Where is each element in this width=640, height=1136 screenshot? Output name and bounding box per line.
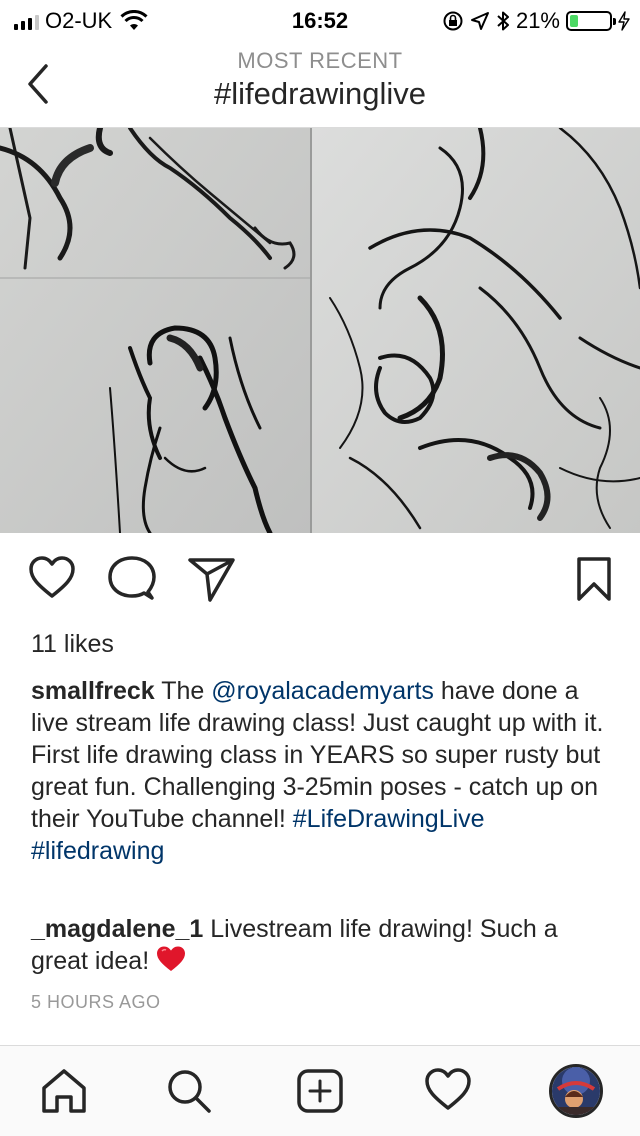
- bottom-tab-bar: [0, 1045, 640, 1136]
- home-icon: [42, 1069, 86, 1113]
- post-image[interactable]: [0, 128, 640, 533]
- caption-text-1: The: [154, 677, 212, 705]
- post-timestamp: 5 HOURS AGO: [31, 992, 161, 1012]
- post-actions: [0, 548, 640, 618]
- status-right: 21%: [442, 8, 630, 34]
- red-heart-emoji-icon: [157, 946, 186, 971]
- hashtag-link[interactable]: #LifeDrawingLive: [293, 805, 485, 833]
- nav-header: MOST RECENT #lifedrawinglive: [0, 40, 640, 128]
- status-bar: O2-UK 16:52 21%: [0, 0, 640, 40]
- post-caption: smallfreck The @royalacademyarts have do…: [31, 675, 611, 867]
- battery-percent: 21%: [515, 8, 560, 33]
- charging-bolt-icon: [618, 11, 630, 31]
- send-paper-plane-icon: [188, 558, 235, 602]
- tab-search[interactable]: [166, 1068, 212, 1119]
- activity-heart-icon: [425, 1068, 471, 1110]
- battery-icon: [566, 11, 616, 31]
- search-icon: [168, 1070, 211, 1113]
- comment: _magdalene_1 Livestream life drawing! Su…: [31, 913, 611, 977]
- bluetooth-icon: [497, 11, 509, 31]
- hashtag-link[interactable]: #lifedrawing: [31, 837, 164, 865]
- mention-link[interactable]: @royalacademyarts: [211, 677, 434, 705]
- battery-fill: [570, 15, 578, 27]
- tab-home[interactable]: [40, 1068, 88, 1119]
- bookmark-icon: [577, 557, 611, 601]
- orientation-lock-icon: [443, 11, 463, 31]
- tab-profile-avatar[interactable]: [549, 1064, 603, 1118]
- profile-avatar: [552, 1067, 600, 1115]
- sketch-artwork: [0, 128, 640, 533]
- like-button[interactable]: [28, 556, 76, 605]
- location-arrow-icon: [470, 12, 489, 30]
- comment-button[interactable]: [108, 556, 156, 607]
- share-button[interactable]: [188, 556, 236, 607]
- header-subtitle: MOST RECENT: [237, 48, 403, 73]
- caption-username[interactable]: smallfreck: [31, 677, 155, 705]
- comment-bubble-icon: [108, 556, 156, 600]
- tab-activity[interactable]: [424, 1068, 472, 1117]
- page-title: #lifedrawinglive: [214, 76, 426, 111]
- likes-count[interactable]: 11 likes: [31, 630, 114, 659]
- add-post-icon: [297, 1069, 343, 1113]
- heart-icon: [29, 556, 75, 598]
- comment-username[interactable]: _magdalene_1: [31, 915, 203, 943]
- save-button[interactable]: [576, 556, 612, 607]
- tab-new-post[interactable]: [296, 1068, 344, 1119]
